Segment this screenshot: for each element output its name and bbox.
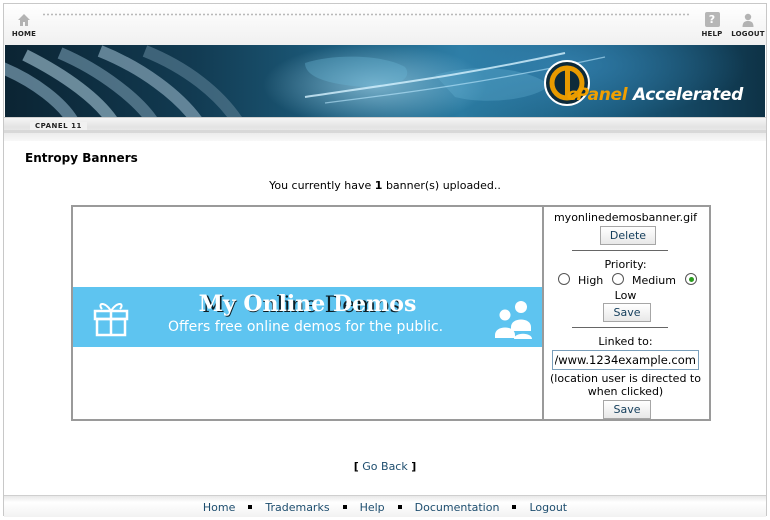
- decorative-dots: [42, 13, 690, 16]
- top-navigation: HOME ? HELP LOGOUT: [4, 4, 766, 45]
- footer-separator: [512, 504, 517, 509]
- home-icon: [18, 14, 30, 26]
- breadcrumb: CPANEL 11: [30, 122, 87, 130]
- linked-to-label: Linked to:: [598, 335, 653, 348]
- logout-label: LOGOUT: [731, 30, 765, 38]
- footer-documentation-link[interactable]: Documentation: [415, 501, 500, 514]
- home-button[interactable]: HOME: [4, 12, 44, 38]
- save-link-button[interactable]: Save: [603, 400, 651, 419]
- banner-table: My Online Demos My Online Demos Offers f…: [71, 205, 711, 421]
- divider: [572, 327, 668, 328]
- banner-file-name: myonlinedemosbanner.gif: [553, 211, 698, 224]
- priority-medium-radio[interactable]: [612, 273, 624, 285]
- banner-subtitle: Offers free online demos for the public.: [168, 319, 444, 335]
- link-url-hint: (location user is directed to when click…: [550, 372, 701, 398]
- status-prefix: You currently have: [269, 179, 372, 192]
- priority-high-radio[interactable]: [558, 273, 570, 285]
- banner-image: My Online Demos My Online Demos Offers f…: [73, 287, 542, 347]
- banner-preview-cell: My Online Demos My Online Demos Offers f…: [73, 207, 542, 419]
- cpanel-logo: cPanel Accelerated: [566, 85, 744, 105]
- priority-radio-group: High Medium: [556, 273, 706, 289]
- priority-high-label: High: [578, 274, 604, 287]
- divider: [572, 250, 668, 251]
- go-back-link[interactable]: Go Back: [362, 460, 407, 473]
- help-button[interactable]: ? HELP: [692, 12, 732, 38]
- delete-button[interactable]: Delete: [600, 226, 656, 245]
- status-suffix: banner(s) uploaded..: [385, 179, 501, 192]
- user-icon: [742, 13, 754, 27]
- footer-home-link[interactable]: Home: [203, 501, 235, 514]
- footer-separator: [248, 504, 253, 509]
- breadcrumb-bar: CPANEL 11: [4, 117, 766, 141]
- footer-separator: [397, 504, 402, 509]
- page-title: Entropy Banners: [25, 151, 138, 165]
- footer-separator: [342, 504, 347, 509]
- go-back-link-wrapper: [ Go Back ]: [353, 460, 417, 473]
- logout-button[interactable]: LOGOUT: [728, 12, 768, 38]
- banner-title: My Online Demos: [198, 291, 417, 317]
- footer-trademarks-link[interactable]: Trademarks: [265, 501, 329, 514]
- save-priority-button[interactable]: Save: [603, 303, 651, 322]
- header-artwork: [5, 45, 606, 117]
- footer-logout-link[interactable]: Logout: [529, 501, 567, 514]
- banner-count: 1: [374, 179, 383, 192]
- banner-count-status: You currently have 1 banner(s) uploaded.…: [4, 179, 766, 192]
- link-url-input[interactable]: [552, 350, 699, 370]
- cpanel-header-banner: cPanel Accelerated: [5, 45, 765, 117]
- footer-nav: Home Trademarks Help Documentation Logout: [4, 495, 766, 517]
- priority-medium-label: Medium: [632, 274, 676, 287]
- cpanel-window: HOME ? HELP LOGOUT cPanel Accelerated CP…: [3, 3, 767, 517]
- people-icon: [495, 301, 532, 339]
- help-icon: ?: [704, 12, 720, 27]
- priority-low-radio[interactable]: [685, 273, 697, 285]
- help-label: HELP: [701, 30, 723, 38]
- home-label: HOME: [11, 30, 37, 38]
- priority-low-label: Low: [614, 289, 637, 302]
- footer-help-link[interactable]: Help: [360, 501, 385, 514]
- priority-label: Priority:: [604, 258, 647, 271]
- banner-options-cell: myonlinedemosbanner.gif Delete Priority:…: [542, 207, 709, 419]
